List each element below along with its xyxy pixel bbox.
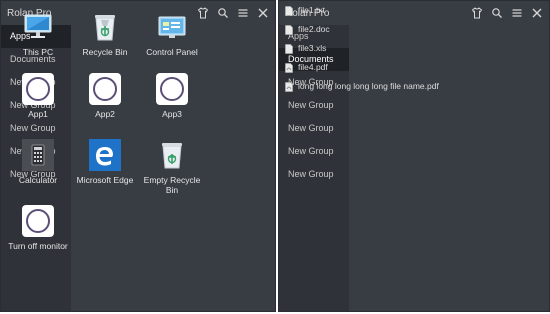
tile-label: This PC — [22, 47, 54, 57]
file-item[interactable]: file1.txt — [279, 1, 549, 20]
recycle-bin-icon — [89, 11, 121, 43]
tile-calculator[interactable]: Calculator — [5, 133, 71, 185]
file-list: file1.txt file2.doc file3.xls file4.pdf … — [279, 1, 549, 311]
file-icon — [285, 24, 293, 35]
file-item[interactable]: file3.xls — [279, 39, 549, 58]
file-item[interactable]: long long long long long file name.pdf — [279, 77, 549, 96]
tile-label: Turn off monitor — [8, 241, 68, 251]
tile-label: Recycle Bin — [82, 47, 128, 57]
file-item[interactable]: file4.pdf — [279, 58, 549, 77]
tile-label: Microsoft Edge — [76, 175, 134, 185]
app-icon — [22, 73, 54, 105]
tile-label: App3 — [162, 109, 182, 119]
file-name: file1.txt — [298, 5, 325, 15]
tile-empty-recycle-bin[interactable]: Empty Recycle Bin — [139, 133, 205, 195]
file-icon — [285, 5, 293, 16]
tile-this-pc[interactable]: This PC — [5, 5, 71, 57]
file-name: file4.pdf — [298, 62, 328, 72]
edge-icon — [89, 139, 121, 171]
tile-turn-off-monitor[interactable]: Turn off monitor — [5, 199, 71, 251]
file-name: file3.xls — [298, 43, 327, 53]
pdf-file-icon — [285, 81, 293, 92]
file-name: long long long long long file name.pdf — [298, 81, 439, 91]
tile-recycle-bin[interactable]: Recycle Bin — [72, 5, 138, 57]
tile-app3[interactable]: App3 — [139, 67, 205, 119]
tile-app2[interactable]: App2 — [72, 67, 138, 119]
rolan-window-left: Rolan Pro Apps Documents New Group New G… — [0, 0, 276, 312]
tile-control-panel[interactable]: Control Panel — [139, 5, 205, 57]
file-item[interactable]: file2.doc — [279, 20, 549, 39]
computer-icon — [22, 11, 54, 43]
empty-recycle-bin-icon — [156, 139, 188, 171]
tile-label: Empty Recycle Bin — [143, 175, 201, 195]
app-grid: This PC Recycle Bin Control Panel App1 A… — [1, 1, 275, 311]
tile-app1[interactable]: App1 — [5, 67, 71, 119]
tile-label: Control Panel — [146, 47, 198, 57]
app-icon — [156, 73, 188, 105]
rolan-window-right: Rolan Pro Apps Documents New Group New G… — [278, 0, 550, 312]
calculator-icon — [22, 139, 54, 171]
app-icon — [89, 73, 121, 105]
tile-label: App2 — [95, 109, 115, 119]
file-icon — [285, 43, 293, 54]
tile-microsoft-edge[interactable]: Microsoft Edge — [72, 133, 138, 185]
control-panel-icon — [156, 11, 188, 43]
app-icon — [22, 205, 54, 237]
tile-label: Calculator — [18, 175, 58, 185]
pdf-file-icon — [285, 62, 293, 73]
tile-label: App1 — [28, 109, 48, 119]
file-name: file2.doc — [298, 24, 330, 34]
